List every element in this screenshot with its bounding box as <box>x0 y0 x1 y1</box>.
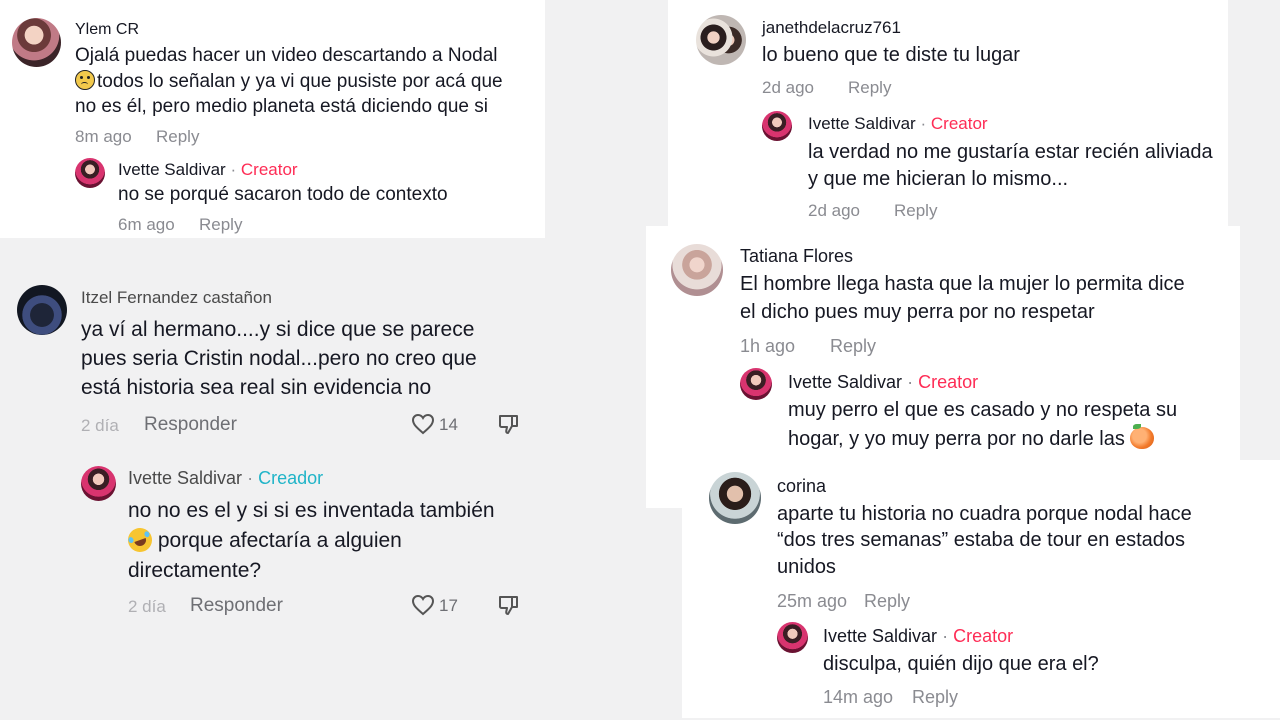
comment-card-itzel: Itzel Fernandez castañon ya ví al herman… <box>0 238 682 720</box>
comment-text-line: todos lo señalan y ya vi que pusiste por… <box>75 70 503 93</box>
laughing-emoji <box>124 524 156 556</box>
avatar[interactable] <box>709 472 761 524</box>
like-count: 17 <box>439 596 458 615</box>
comment-text-line: el dicho pues muy perra por no respetar <box>740 301 1095 323</box>
reply-button[interactable]: Reply <box>894 201 937 221</box>
reply-text-line: muy perro el que es casado y no respeta … <box>788 399 1178 421</box>
reply-button[interactable]: Reply <box>848 78 891 98</box>
reply-text-line: directamente? <box>128 559 262 582</box>
like-count: 14 <box>439 415 458 434</box>
avatar[interactable] <box>762 111 792 141</box>
reply-time: 2d ago <box>808 201 860 220</box>
creator-badge: Creator <box>918 372 979 392</box>
separator-dot: · <box>942 626 949 646</box>
reply-button[interactable]: Reply <box>199 215 242 235</box>
comment-text-line: está historia sea real sin evidencia no <box>81 376 432 399</box>
separator-dot: · <box>230 160 237 179</box>
reply-text-line: porque afectaría a alguien <box>124 524 402 556</box>
comment-author[interactable]: Tatiana Flores <box>740 246 853 267</box>
reply-time: 14m ago <box>823 687 894 707</box>
separator-dot: · <box>920 114 927 133</box>
reply-text-line: y que me hicieran lo mismo... <box>808 168 1069 190</box>
separator-dot: · <box>907 372 914 392</box>
reply-button[interactable]: Reply <box>912 687 958 708</box>
reply-author[interactable]: Ivette Saldivar <box>128 468 242 488</box>
reply-author-line: Ivette Saldivar · Creador <box>128 468 323 489</box>
reply-button[interactable]: Reply <box>156 127 199 147</box>
reply-author-line: Ivette Saldivar · Creator <box>788 372 978 393</box>
reply-author[interactable]: Ivette Saldivar <box>823 626 937 646</box>
avatar[interactable] <box>75 158 105 188</box>
comment-text-line: Ojalá puedas hacer un video descartando … <box>75 45 498 66</box>
comment-author[interactable]: janethdelacruz761 <box>762 18 901 38</box>
comment-text-line: no es él, pero medio planeta está dicien… <box>75 96 488 117</box>
reply-text: disculpa, quién dijo que era el? <box>823 653 1099 675</box>
comment-time: 25m ago <box>777 591 848 611</box>
avatar[interactable] <box>17 285 67 335</box>
comment-text-line: aparte tu historia no cuadra porque noda… <box>777 503 1192 525</box>
reply-text-line: no no es el y si si es inventada también <box>128 499 495 522</box>
heart-icon[interactable] <box>411 594 435 616</box>
reply-button[interactable]: Reply <box>830 336 876 357</box>
comment-time: 2 día <box>81 416 119 435</box>
reply-text-line: la verdad no me gustaría estar recién al… <box>808 141 1213 163</box>
reply-author-line: Ivette Saldivar · Creator <box>118 160 298 180</box>
creator-badge: Creator <box>953 626 1014 646</box>
avatar[interactable] <box>696 15 746 65</box>
reply-text-line: hogar, y yo muy perra por no darle las <box>788 424 1155 451</box>
comment-author[interactable]: Ylem CR <box>75 21 139 39</box>
dislike-icon[interactable] <box>497 412 521 436</box>
creator-badge: Creator <box>240 160 298 179</box>
reply-text: no se porqué sacaron todo de contexto <box>118 184 448 205</box>
comment-time: 1h ago <box>740 336 796 356</box>
reply-author-line: Ivette Saldivar · Creator <box>808 114 988 134</box>
comment-time: 8m ago <box>75 127 132 146</box>
comment-text-line: ya ví al hermano....y si dice que se par… <box>81 318 475 341</box>
reply-button[interactable]: Reply <box>864 591 910 612</box>
comment-text-line: El hombre llega hasta que la mujer lo pe… <box>740 273 1185 295</box>
reply-author[interactable]: Ivette Saldivar <box>118 160 226 179</box>
reply-button[interactable]: Responder <box>144 414 237 436</box>
comment-card-ylem: Ylem CR Ojalá puedas hacer un video desc… <box>0 0 545 238</box>
comment-text: lo bueno que te diste tu lugar <box>762 44 1020 66</box>
reply-time: 6m ago <box>118 215 175 234</box>
avatar[interactable] <box>671 244 723 296</box>
reply-button[interactable]: Responder <box>190 595 283 617</box>
comment-card-janeth: janethdelacruz761 lo bueno que te diste … <box>668 0 1228 228</box>
avatar[interactable] <box>12 18 61 67</box>
dislike-icon[interactable] <box>497 593 521 617</box>
comment-author[interactable]: corina <box>777 476 826 497</box>
reply-time: 2 día <box>128 597 166 616</box>
sad-face-emoji <box>75 70 95 90</box>
peach-emoji <box>1130 424 1155 449</box>
reply-author[interactable]: Ivette Saldivar <box>788 372 902 392</box>
reply-author-line: Ivette Saldivar · Creator <box>823 626 1013 647</box>
comment-author[interactable]: Itzel Fernandez castañon <box>81 288 272 308</box>
comment-text-line: “dos tres semanas” estaba de tour en est… <box>777 529 1186 551</box>
comment-card-corina: corina aparte tu historia no cuadra porq… <box>682 460 1280 718</box>
separator-dot: · <box>247 468 254 488</box>
comment-time: 2d ago <box>762 78 814 97</box>
comment-text-line: unidos <box>777 556 836 578</box>
avatar[interactable] <box>777 622 808 653</box>
reply-author[interactable]: Ivette Saldivar <box>808 114 916 133</box>
creator-badge: Creator <box>930 114 988 133</box>
heart-icon[interactable] <box>411 413 435 435</box>
comment-text-line: pues seria Cristin nodal...pero no creo … <box>81 347 477 370</box>
creator-badge: Creador <box>258 468 324 488</box>
avatar[interactable] <box>740 368 772 400</box>
avatar[interactable] <box>81 466 116 501</box>
